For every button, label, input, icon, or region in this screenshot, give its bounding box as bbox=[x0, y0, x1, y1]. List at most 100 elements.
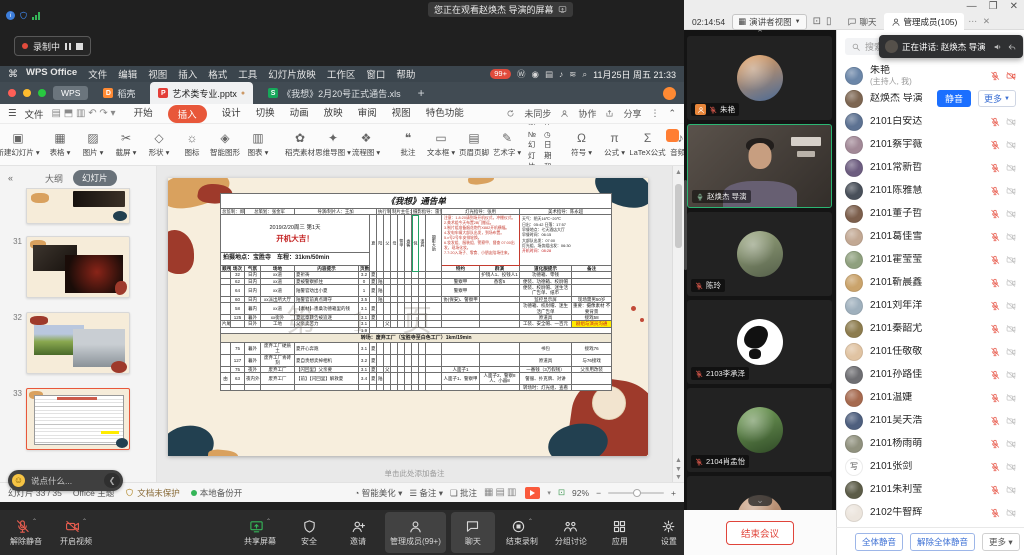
file-menu[interactable]: 文件 bbox=[25, 107, 44, 121]
mic-off-icon[interactable] bbox=[990, 485, 1000, 495]
toolbar-共享屏幕[interactable]: ⌃共享屏幕 bbox=[238, 512, 282, 553]
camera-off-icon[interactable] bbox=[1006, 186, 1016, 196]
slide-thumbnail-33[interactable] bbox=[26, 388, 130, 450]
zoom-percent[interactable]: 92% bbox=[572, 488, 589, 498]
ribbon-button-稻壳素材[interactable]: ✿稻壳素材 bbox=[288, 132, 312, 158]
participant-row-2101吴天浩[interactable]: 2101吴天浩 bbox=[837, 409, 1024, 432]
clock[interactable]: 11月25日 周五 21:33 bbox=[593, 68, 676, 81]
toolbar-管理成员(99+)[interactable]: 管理成员(99+) bbox=[385, 512, 446, 553]
emoji-icon[interactable]: ☺ bbox=[12, 474, 25, 487]
member-badge-icon[interactable] bbox=[666, 129, 679, 142]
thumbnail-row-31[interactable]: 31 bbox=[0, 236, 156, 298]
mic-off-icon[interactable] bbox=[990, 462, 1000, 472]
participant-row-2101常新哲[interactable]: 2101常新哲 bbox=[837, 156, 1024, 179]
ribbon-tab-插入[interactable]: 插入 bbox=[168, 105, 207, 123]
mic-off-icon[interactable] bbox=[990, 209, 1000, 219]
notification-badge[interactable]: 99+ bbox=[490, 69, 511, 79]
menu-item-编辑[interactable]: 编辑 bbox=[118, 67, 137, 81]
pause-recording-button[interactable] bbox=[65, 43, 71, 50]
ribbon-button-截屏[interactable]: ✂截屏 ▾ bbox=[114, 132, 138, 158]
mic-off-icon[interactable] bbox=[990, 370, 1000, 380]
menu-item-工具[interactable]: 工具 bbox=[238, 67, 257, 81]
mic-off-icon[interactable] bbox=[990, 232, 1000, 242]
zoom-slider-knob[interactable] bbox=[633, 489, 641, 497]
camera-off-icon[interactable] bbox=[1006, 439, 1016, 449]
panel-close-icon[interactable]: ✕ bbox=[983, 16, 990, 27]
toolbar-分组讨论[interactable]: 分组讨论 bbox=[549, 512, 593, 553]
mic-off-icon[interactable] bbox=[990, 416, 1000, 426]
ribbon-button-符号[interactable]: Ω符号 ▾ bbox=[570, 132, 594, 158]
camera-off-icon[interactable] bbox=[1006, 462, 1016, 472]
camera-off-icon[interactable] bbox=[1006, 485, 1016, 495]
participant-row-2101蔡宇薇[interactable]: 2101蔡宇薇 bbox=[837, 133, 1024, 156]
participant-row-2101孙路佳[interactable]: 2101孙路佳 bbox=[837, 363, 1024, 386]
participant-row-2101陈雅慧[interactable]: 2101陈雅慧 bbox=[837, 179, 1024, 202]
slide-number-button[interactable]: № 幻灯片编号 bbox=[528, 130, 536, 166]
zoom-in-button[interactable]: + bbox=[671, 488, 676, 498]
thumbnail-partial[interactable] bbox=[0, 188, 156, 224]
participant-row-2101温婕[interactable]: 2101温婕 bbox=[837, 386, 1024, 409]
toolbar-结束录制[interactable]: ⌃结束录制 bbox=[500, 512, 544, 553]
canvas-scrollbar[interactable]: ▲ ▲ ▼ ▼ bbox=[672, 166, 684, 482]
camera-off-icon[interactable] bbox=[1006, 71, 1016, 81]
slides-tab[interactable]: 幻灯片 bbox=[73, 170, 117, 186]
menu-item-格式[interactable]: 格式 bbox=[208, 67, 227, 81]
zoom-slider[interactable] bbox=[608, 492, 664, 494]
collapse-ribbon-icon[interactable]: ⌃ bbox=[668, 108, 676, 119]
apple-menu-icon[interactable]: ⌘ bbox=[8, 69, 18, 80]
tray-icon[interactable]: ◉ bbox=[532, 69, 539, 80]
datetime-button[interactable]: ◷ 日期和时间 bbox=[544, 130, 552, 166]
notes-button[interactable]: ☰ 备注 ▾ bbox=[409, 487, 443, 499]
sync-status[interactable]: 未同步 bbox=[524, 107, 551, 120]
toolbar-邀请[interactable]: 邀请 bbox=[336, 512, 380, 553]
view-mode-button[interactable]: ▦ 演讲者视图▼ bbox=[732, 14, 807, 30]
camera-off-icon[interactable] bbox=[1006, 140, 1016, 150]
sidebyside-icon[interactable]: ▯ bbox=[826, 16, 832, 27]
fit-screen-icon[interactable]: ⊡ bbox=[558, 487, 565, 498]
collapse-panel-icon[interactable]: « bbox=[8, 173, 13, 183]
slide-canvas[interactable]: 《我想》通告单总监制：郑金立总策划：张金军导演/制片人：王加执行制片人：孙美制片… bbox=[157, 166, 672, 482]
ribbon-button-流程图[interactable]: ❖流程图 ▾ bbox=[354, 132, 378, 158]
scrollbar-thumb[interactable] bbox=[675, 184, 682, 248]
beautify-button[interactable]: ◔ 智能美化 ▾ bbox=[354, 487, 402, 499]
participant-row-2101朱利莹[interactable]: 2101朱利莹 bbox=[837, 478, 1024, 501]
video-tile-赵焕杰 导演[interactable]: 赵焕杰 导演 bbox=[687, 124, 832, 208]
slide-33[interactable]: 《我想》通告单总监制：郑金立总策划：张金军导演/制片人：王加执行制片人：孙美制片… bbox=[168, 178, 648, 456]
camera-off-icon[interactable] bbox=[1006, 393, 1016, 403]
object-button[interactable]: ▱ 对象 bbox=[528, 124, 536, 127]
wps-tray-icon[interactable]: Ⓦ bbox=[517, 68, 526, 80]
protect-status[interactable]: 文档未保护 bbox=[125, 487, 180, 499]
menu-item-帮助[interactable]: 帮助 bbox=[396, 67, 415, 81]
tray-icon[interactable]: ▤ bbox=[545, 69, 553, 80]
menu-item-视图[interactable]: 视图 bbox=[148, 67, 167, 81]
ribbon-button-文本框[interactable]: ▭文本框 ▾ bbox=[429, 132, 453, 158]
camera-off-icon[interactable] bbox=[1006, 370, 1016, 380]
doc-tab-pptx[interactable]: P 艺术类专业.pptx ● bbox=[150, 82, 253, 104]
camera-off-icon[interactable] bbox=[1006, 347, 1016, 357]
ribbon-button-批注[interactable]: ❝批注 bbox=[396, 132, 420, 158]
video-tile-陈玲[interactable]: 陈玲 bbox=[687, 212, 832, 296]
ribbon-tab-开始[interactable]: 开始 bbox=[134, 105, 153, 123]
menu-item-插入[interactable]: 插入 bbox=[178, 67, 197, 81]
comment-button[interactable]: ❏ 批注 bbox=[450, 487, 477, 499]
camera-off-icon[interactable] bbox=[1006, 508, 1016, 518]
participant-row-2102牛智辉[interactable]: 2102牛智辉 bbox=[837, 501, 1024, 524]
mic-off-icon[interactable] bbox=[990, 508, 1000, 518]
share-button[interactable]: 分享 bbox=[623, 107, 641, 120]
mic-off-icon[interactable] bbox=[990, 186, 1000, 196]
camera-off-icon[interactable] bbox=[1006, 416, 1016, 426]
ribbon-tab-动画[interactable]: 动画 bbox=[290, 105, 309, 123]
mic-off-icon[interactable] bbox=[990, 163, 1000, 173]
scroll-down-icon[interactable]: ▼ bbox=[673, 474, 684, 481]
collapse-pill-icon[interactable]: ❮ bbox=[104, 473, 120, 488]
minimize-icon[interactable]: — bbox=[967, 1, 977, 12]
menu-item-幻灯片放映[interactable]: 幻灯片放映 bbox=[268, 67, 316, 81]
toolbar-应用[interactable]: 应用 bbox=[598, 512, 642, 553]
account-avatar[interactable] bbox=[663, 87, 676, 100]
camera-off-icon[interactable] bbox=[1006, 117, 1016, 127]
mic-off-icon[interactable] bbox=[990, 439, 1000, 449]
participant-row-朱艳[interactable]: 朱艳(主持人, 我) bbox=[837, 64, 1024, 87]
video-tile-朱艳[interactable]: 朱艳 bbox=[687, 36, 832, 120]
ribbon-button-新建幻灯片[interactable]: ▣新建幻灯片 ▾ bbox=[6, 132, 30, 158]
mic-off-icon[interactable] bbox=[990, 301, 1000, 311]
